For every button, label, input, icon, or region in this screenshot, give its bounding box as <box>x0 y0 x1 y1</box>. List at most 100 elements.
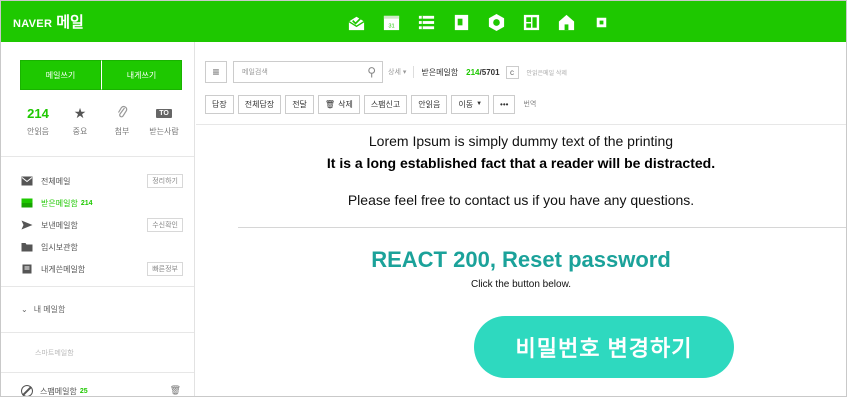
folder-name: 스팸메일함 <box>40 386 77 396</box>
paperclip-icon <box>117 105 128 122</box>
delete-label: 삭제 <box>338 99 353 109</box>
delete-button[interactable]: 🗑 삭제 <box>317 94 360 114</box>
mail-bold-line: It is a long established fact that a rea… <box>326 155 716 171</box>
reply-all-button[interactable]: 전체답장 <box>237 94 282 114</box>
inbox-icon <box>21 198 33 208</box>
svg-text:31: 31 <box>388 23 394 29</box>
folder-sent[interactable]: 보낸메일함 수신확인 <box>21 214 183 236</box>
all-mail-icon <box>21 176 33 186</box>
top-header: NAVER 메일 31 <box>1 1 846 42</box>
delete-unread-button[interactable]: 안읽은메일 삭제 <box>527 68 567 77</box>
report-spam-button[interactable]: 스팸신고 <box>363 94 408 114</box>
contacts-icon[interactable] <box>417 13 436 32</box>
chevron-down-icon: ⌄ <box>21 305 28 314</box>
naver-mail-logo[interactable]: NAVER 메일 <box>13 11 84 32</box>
search-placeholder: 메일검색 <box>242 69 268 76</box>
refresh-button[interactable]: c <box>505 65 519 79</box>
folder-to-self[interactable]: 내게쓴메일함 빠른정부 <box>21 258 183 280</box>
to-self-icon <box>21 264 33 274</box>
sent-icon <box>21 220 33 230</box>
menu-toggle-button[interactable]: ≡ <box>205 61 227 83</box>
office-icon[interactable] <box>522 13 541 32</box>
trash-icon: 🗑 <box>324 99 336 109</box>
search-input[interactable]: 메일검색 ⚲ <box>233 61 383 83</box>
folder-drafts[interactable]: 임시보관함 <box>21 236 183 258</box>
my-mailboxes-toggle[interactable]: ⌄ 내 메일함 <box>21 304 65 315</box>
mail-instruction: Click the button below. <box>470 279 572 290</box>
organize-button[interactable]: 정리하기 <box>147 174 183 188</box>
detail-search-dropdown[interactable]: 상세 ▾ <box>388 67 406 77</box>
folder-inbox[interactable]: 받은메일함 214 <box>21 192 183 214</box>
translate-button[interactable]: 번역 <box>523 99 536 109</box>
naver-logo-text: NAVER <box>13 18 53 30</box>
mail-contact-line: Please feel free to contact us if you ha… <box>347 192 695 208</box>
folder-all-mail[interactable]: 전체메일 정리하기 <box>21 170 183 192</box>
mail-text-line: Lorem Ipsum is simply dummy text of the … <box>368 133 674 149</box>
sidebar-divider <box>1 156 194 157</box>
folder-list: 전체메일 정리하기 받은메일함 214 보낸메일함 수신확인 임시보관함 내게쓴… <box>21 170 183 280</box>
read-receipt-button[interactable]: 수신확인 <box>147 218 183 232</box>
unread-count: 214 <box>466 67 480 77</box>
important-filter[interactable]: ★ 중요 <box>63 104 97 137</box>
unread-filter[interactable]: 214 안읽음 <box>21 104 55 137</box>
calendar-icon[interactable]: 31 <box>382 13 401 32</box>
hamburger-icon: ≡ <box>212 65 220 79</box>
unread-filter-label: 안읽음 <box>26 127 50 136</box>
app-launcher: 31 <box>347 11 611 33</box>
toolbar-divider <box>196 124 846 125</box>
mail-window: NAVER 메일 31 메일쓰기 내게쓰기 214 안읽음 ★ 중요 첨부 TO… <box>0 0 847 397</box>
folder-name: 전체메일 <box>41 176 71 186</box>
important-filter-label: 중요 <box>72 127 88 136</box>
mark-unread-button[interactable]: 안읽음 <box>411 94 448 114</box>
reply-button[interactable]: 답장 <box>205 94 234 114</box>
mail-toolbar: ≡ 메일검색 ⚲ 상세 ▾ 받은메일함 214/5701 c 안읽은메일 삭제 <box>205 60 567 84</box>
mail-logo-text: 메일 <box>56 14 84 31</box>
drafts-folder-icon <box>21 242 33 252</box>
home-icon[interactable] <box>557 13 576 32</box>
quick-filters: 214 안읽음 ★ 중요 첨부 TO 받는사람 <box>21 104 181 137</box>
folder-spam[interactable]: 스팸메일함 25 🗑 <box>21 385 183 396</box>
caret-down-icon: ▼ <box>476 101 483 107</box>
sidebar-divider <box>1 286 194 287</box>
mail-counts: 214/5701 <box>466 68 499 77</box>
mail-divider <box>238 227 846 228</box>
sidebar-divider <box>1 332 194 333</box>
move-label: 이동 <box>458 99 474 109</box>
forward-button[interactable]: 전달 <box>285 94 314 114</box>
to-me-filter[interactable]: TO 받는사람 <box>147 104 181 137</box>
compose-to-self-button[interactable]: 내게쓰기 <box>101 60 182 90</box>
toolbar-separator <box>413 66 415 78</box>
to-badge-icon: TO <box>156 108 172 118</box>
inbox-unread-count: 214 <box>80 199 93 207</box>
current-folder-title: 받은메일함 <box>421 67 459 77</box>
move-dropdown[interactable]: 이동 ▼ <box>451 94 490 114</box>
compose-button[interactable]: 메일쓰기 <box>20 60 101 90</box>
folder-name: 임시보관함 <box>41 242 78 252</box>
folder-name: 내게쓴메일함 <box>41 264 86 274</box>
mail-icon[interactable] <box>347 13 366 32</box>
more-actions-button[interactable]: ••• <box>493 94 516 114</box>
quick-action-button[interactable]: 빠른정부 <box>147 262 183 276</box>
main-panel: ≡ 메일검색 ⚲ 상세 ▾ 받은메일함 214/5701 c 안읽은메일 삭제 … <box>196 42 846 396</box>
total-count: /5701 <box>479 67 500 77</box>
change-password-button[interactable]: 비밀번호 변경하기 <box>474 316 734 378</box>
block-icon <box>21 385 33 396</box>
spam-count: 25 <box>79 387 88 395</box>
search-icon[interactable]: ⚲ <box>367 65 376 79</box>
memo-icon[interactable] <box>452 13 471 32</box>
trash-icon[interactable]: 🗑 <box>170 385 181 396</box>
my-mailboxes-label: 내 메일함 <box>33 305 66 314</box>
folder-name: 받은메일함 <box>41 198 78 208</box>
more-icon[interactable] <box>592 13 611 32</box>
sidebar: 메일쓰기 내게쓰기 214 안읽음 ★ 중요 첨부 TO 받는사람 전체메일 정… <box>1 42 195 396</box>
unread-count: 214 <box>27 105 49 121</box>
sidebar-divider <box>1 372 194 373</box>
folder-name: 보낸메일함 <box>41 220 78 230</box>
drive-icon[interactable] <box>487 13 506 32</box>
star-icon: ★ <box>73 104 87 121</box>
attachment-filter[interactable]: 첨부 <box>105 104 139 137</box>
smart-mailbox[interactable]: 스마트메일함 <box>35 348 74 358</box>
compose-buttons: 메일쓰기 내게쓰기 <box>20 60 182 90</box>
action-toolbar: 답장 전체답장 전달 🗑 삭제 스팸신고 안읽음 이동 ▼ ••• 번역 <box>205 94 536 114</box>
to-me-filter-label: 받는사람 <box>149 127 179 136</box>
